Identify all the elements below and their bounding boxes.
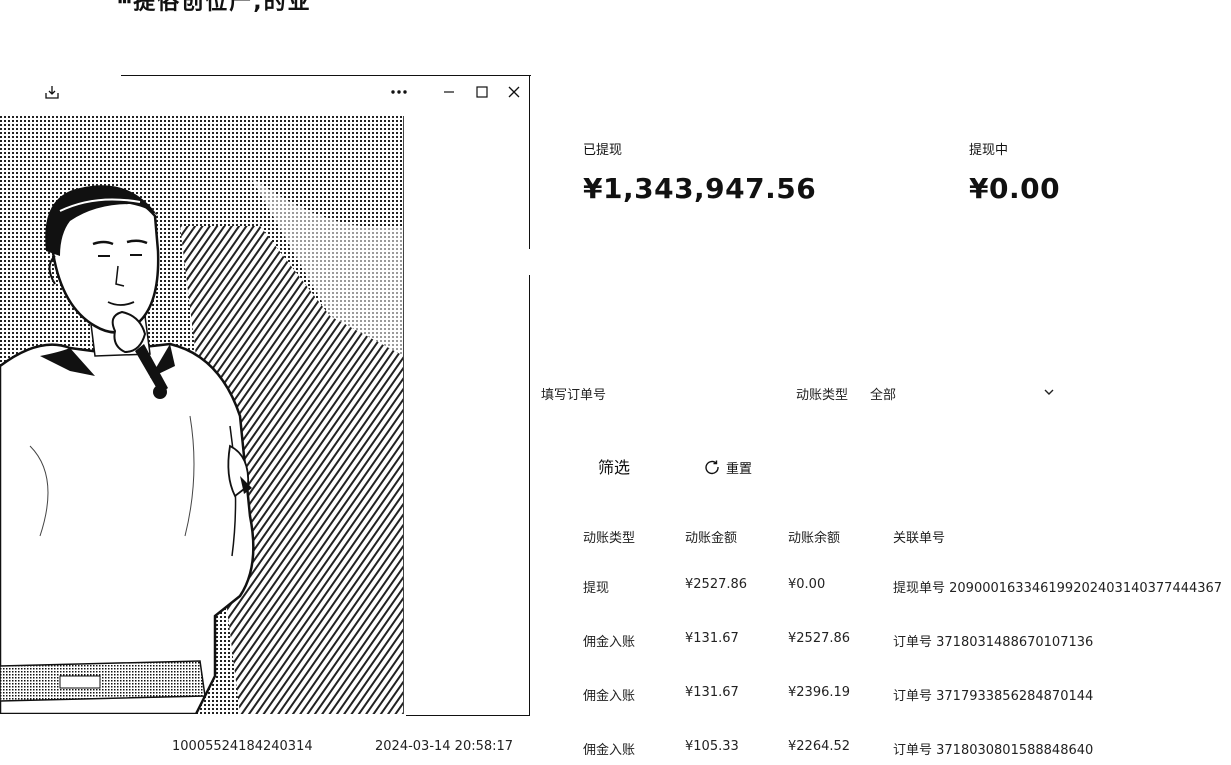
row-type: 佣金入账: [583, 689, 636, 704]
maximize-icon[interactable]: [471, 81, 493, 103]
row-balance: ¥2527.86: [788, 631, 851, 646]
reset-label: 重置: [726, 461, 753, 477]
row-type: 佣金入账: [583, 635, 636, 650]
cut-off-heading: ┅提俗创位产,的业: [118, 0, 312, 15]
transaction-type-label: 动账类型: [796, 388, 849, 403]
row-balance: ¥2264.52: [788, 739, 851, 754]
viewer-titlebar: [0, 75, 530, 109]
row-reference[interactable]: 订单号 3717933856284870144: [893, 685, 1093, 704]
withdrawn-label: 已提现: [583, 143, 623, 158]
row-amount: ¥2527.86: [685, 577, 748, 592]
row-type: 提现: [583, 581, 610, 596]
close-icon[interactable]: [503, 81, 525, 103]
download-icon[interactable]: [41, 81, 63, 103]
minimize-icon[interactable]: [438, 81, 460, 103]
chevron-down-icon[interactable]: [1042, 385, 1056, 399]
more-icon[interactable]: [388, 81, 410, 103]
row-balance: ¥0.00: [788, 577, 826, 592]
header-balance: 动账余额: [788, 531, 841, 546]
row-type: 佣金入账: [583, 743, 636, 758]
bottom-row-id: 10005524184240314: [172, 739, 313, 754]
pending-value: ¥0.00: [969, 172, 1061, 205]
withdrawn-value: ¥1,343,947.56: [583, 172, 817, 205]
row-reference[interactable]: 订单号 3718031488670107136: [893, 631, 1093, 650]
transaction-type-select[interactable]: 全部: [870, 384, 896, 403]
image-viewer-window: [0, 75, 531, 717]
reset-button[interactable]: 重置: [704, 455, 752, 479]
row-reference[interactable]: 提现单号 209000163346199202403140377444367: [893, 577, 1222, 596]
row-amount: ¥105.33: [685, 739, 739, 754]
window-border-right-lower: [529, 275, 530, 715]
row-reference[interactable]: 订单号 3718030801588848640: [893, 739, 1093, 758]
speaker-photo: [0, 116, 404, 714]
filter-button[interactable]: 筛选: [583, 449, 645, 483]
row-amount: ¥131.67: [685, 631, 739, 646]
row-balance: ¥2396.19: [788, 685, 851, 700]
order-number-input[interactable]: 填写订单号: [541, 384, 606, 403]
refresh-icon: [705, 460, 719, 475]
header-reference: 关联单号: [893, 531, 946, 546]
header-type: 动账类型: [583, 531, 636, 546]
header-amount: 动账金额: [685, 531, 738, 546]
window-border-bottom: [406, 715, 530, 716]
bottom-row-timestamp: 2024-03-14 20:58:17: [375, 739, 514, 754]
row-amount: ¥131.67: [685, 685, 739, 700]
pending-label: 提现中: [969, 143, 1009, 158]
